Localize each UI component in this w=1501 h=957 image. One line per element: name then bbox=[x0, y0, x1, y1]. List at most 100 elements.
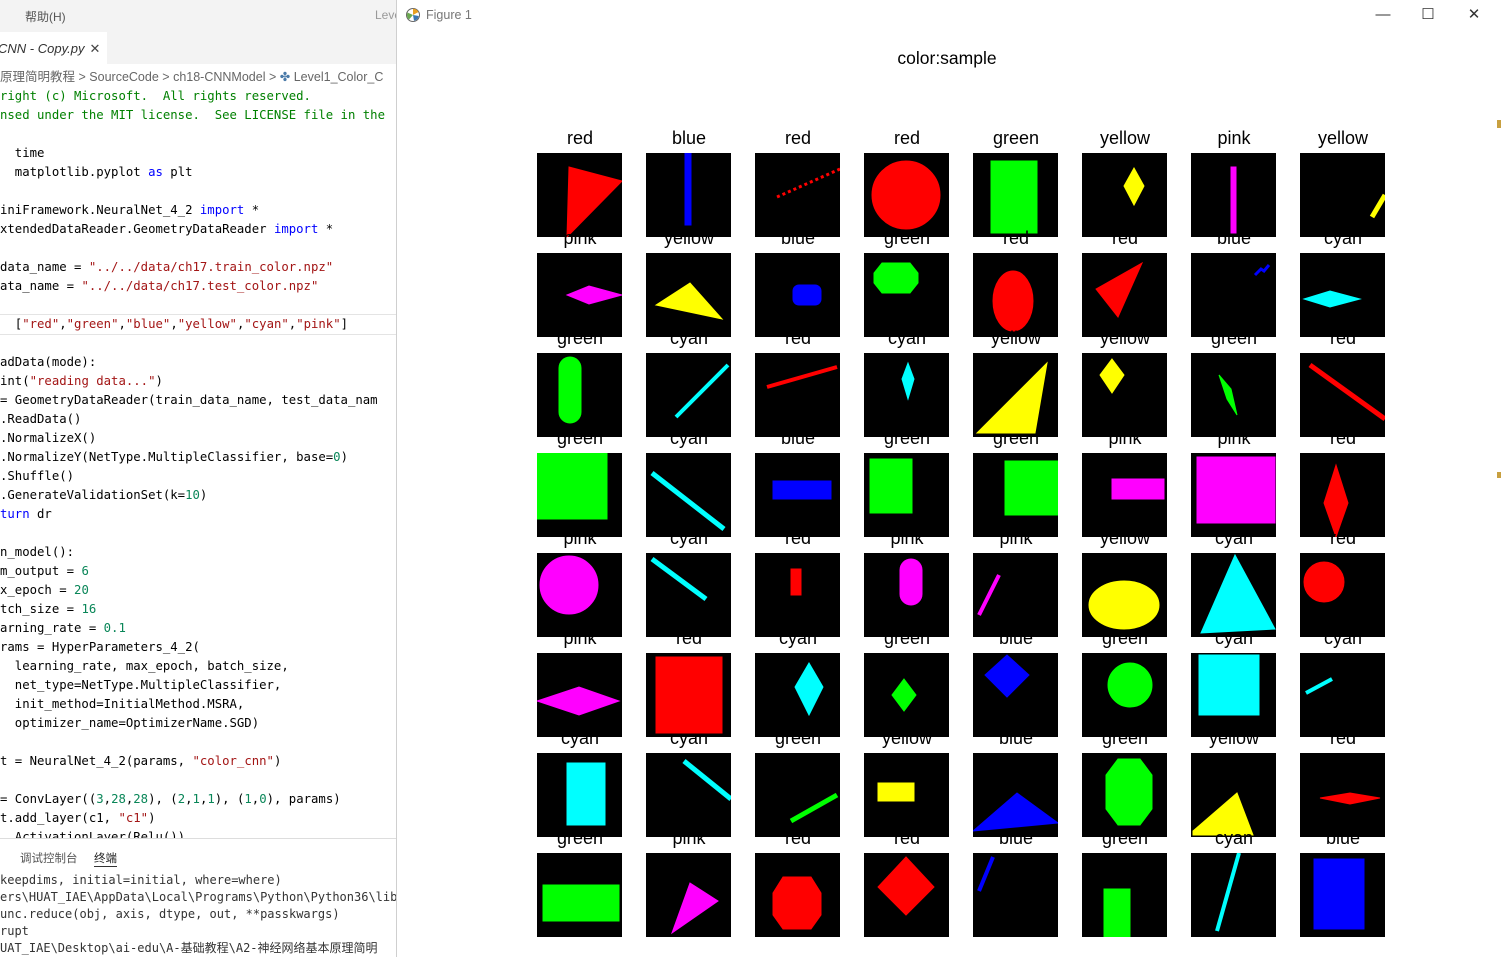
code-line[interactable]: .NormalizeY(NetType.MultipleClassifier, … bbox=[0, 448, 396, 467]
code-line[interactable]: ["red","green","blue","yellow","cyan","p… bbox=[0, 314, 396, 335]
code-token: rams = HyperParameters_4_2( bbox=[0, 640, 200, 654]
code-area[interactable]: right (c) Microsoft. All rights reserved… bbox=[0, 87, 396, 847]
code-line[interactable] bbox=[0, 771, 396, 790]
code-line[interactable] bbox=[0, 733, 396, 752]
tab-terminal[interactable]: 终端 bbox=[94, 850, 117, 867]
code-token: 0 bbox=[259, 792, 267, 806]
sample-label: green bbox=[883, 228, 931, 248]
sample-image bbox=[646, 353, 731, 437]
matplotlib-figure-window: Figure 1 — ☐ ✕ color:sample red blue red re… bbox=[397, 0, 1501, 957]
code-line[interactable]: matplotlib.pyplot as plt bbox=[0, 163, 396, 182]
sample-label: cyan bbox=[1214, 628, 1254, 648]
sample-shape bbox=[542, 884, 620, 922]
code-token: 1 bbox=[192, 792, 200, 806]
sample-label: cyan bbox=[1323, 228, 1363, 248]
code-line[interactable]: iniFramework.NeuralNet_4_2 import * bbox=[0, 201, 396, 220]
sample-image bbox=[646, 753, 731, 837]
minimize-button[interactable]: — bbox=[1368, 4, 1398, 26]
terminal-output[interactable]: keepdims, initial=initial, where=where) e… bbox=[0, 872, 396, 957]
sample-shape bbox=[1105, 758, 1153, 826]
code-token: 2 bbox=[177, 792, 186, 806]
tab-cnn-copy[interactable]: CNN - Copy.py ✕ bbox=[0, 32, 107, 64]
code-line[interactable] bbox=[0, 296, 396, 315]
code-line[interactable]: xtendedDataReader.GeometryDataReader imp… bbox=[0, 220, 396, 239]
code-line[interactable]: turn dr bbox=[0, 505, 396, 524]
sample-shape bbox=[877, 856, 935, 916]
code-line[interactable]: .ReadData() bbox=[0, 410, 396, 429]
sample-image bbox=[973, 753, 1058, 837]
breadcrumb-item[interactable]: SourceCode bbox=[89, 70, 159, 84]
code-line[interactable]: x_epoch = 20 bbox=[0, 581, 396, 600]
sample-image bbox=[864, 353, 949, 437]
code-line[interactable]: = ConvLayer((3,28,28), (2,1,1), (1,0), p… bbox=[0, 790, 396, 809]
code-token: , bbox=[118, 317, 126, 331]
menu-item-help[interactable]: 帮助(H) bbox=[25, 8, 66, 25]
sample-image bbox=[973, 253, 1058, 337]
sample-label: yellow bbox=[1099, 128, 1151, 148]
code-line[interactable]: tch_size = 16 bbox=[0, 600, 396, 619]
code-line[interactable]: data_name = "../../data/ch17.train_color… bbox=[0, 258, 396, 277]
sample-shape bbox=[1196, 456, 1276, 524]
code-line[interactable]: time bbox=[0, 144, 396, 163]
code-line[interactable]: nsed under the MIT license. See LICENSE … bbox=[0, 106, 396, 125]
code-line[interactable]: n_model(): bbox=[0, 543, 396, 562]
sample-image bbox=[1191, 753, 1276, 837]
sample-image bbox=[755, 753, 840, 837]
maximize-button[interactable]: ☐ bbox=[1413, 4, 1443, 26]
code-line[interactable]: optimizer_name=OptimizerName.SGD) bbox=[0, 714, 396, 733]
code-line[interactable]: arning_rate = 0.1 bbox=[0, 619, 396, 638]
code-token: import bbox=[199, 203, 245, 217]
sample-label: red bbox=[1329, 328, 1356, 348]
sample-shape bbox=[977, 574, 1001, 616]
sample-label: red bbox=[1111, 228, 1138, 248]
code-line[interactable]: rams = HyperParameters_4_2( bbox=[0, 638, 396, 657]
tab-debug-console[interactable]: 调试控制台 bbox=[20, 850, 78, 866]
code-line[interactable]: net_type=NetType.MultipleClassifier, bbox=[0, 676, 396, 695]
sample-image bbox=[1191, 453, 1276, 537]
code-line[interactable]: adData(mode): bbox=[0, 353, 396, 372]
code-line[interactable]: right (c) Microsoft. All rights reserved… bbox=[0, 87, 396, 106]
breadcrumb-item[interactable]: Level1_Color_C bbox=[294, 70, 384, 84]
code-line[interactable] bbox=[0, 524, 396, 543]
code-line[interactable]: = GeometryDataReader(train_data_name, te… bbox=[0, 391, 396, 410]
sample-image bbox=[1300, 253, 1385, 337]
code-line[interactable]: m_output = 6 bbox=[0, 562, 396, 581]
code-line[interactable]: .Shuffle() bbox=[0, 467, 396, 486]
code-line[interactable] bbox=[0, 239, 396, 258]
breadcrumb-separator: > bbox=[78, 70, 86, 84]
breadcrumb-item[interactable]: ch18-CNNModel bbox=[173, 70, 265, 84]
code-line[interactable]: ata_name = "../../data/ch17.test_color.n… bbox=[0, 277, 396, 296]
code-token: 10 bbox=[185, 488, 200, 502]
code-line[interactable]: learning_rate, max_epoch, batch_size, bbox=[0, 657, 396, 676]
code-token: .GenerateValidationSet(k= bbox=[0, 488, 186, 502]
code-line[interactable]: .GenerateValidationSet(k=10) bbox=[0, 486, 396, 505]
code-line[interactable]: .NormalizeX() bbox=[0, 429, 396, 448]
code-token: int( bbox=[0, 374, 30, 388]
code-token: ata_name = bbox=[0, 279, 82, 293]
code-line[interactable]: t = NeuralNet_4_2(params, "color_cnn") bbox=[0, 752, 396, 771]
code-line[interactable] bbox=[0, 182, 396, 201]
sample-label: green bbox=[992, 428, 1040, 448]
code-line[interactable]: init_method=InitialMethod.MSRA, bbox=[0, 695, 396, 714]
sample-label: red bbox=[675, 628, 702, 648]
code-token: 20 bbox=[74, 583, 89, 597]
sample-image bbox=[755, 353, 840, 437]
sample-shape bbox=[871, 160, 941, 230]
sample-shape bbox=[899, 558, 923, 606]
code-token: as bbox=[148, 165, 163, 179]
sample-image bbox=[1191, 653, 1276, 737]
sample-image bbox=[1300, 653, 1385, 737]
sample-shape bbox=[1198, 654, 1260, 716]
code-line[interactable] bbox=[0, 334, 396, 353]
sample-label: blue bbox=[1216, 228, 1252, 248]
close-button[interactable]: ✕ bbox=[1459, 4, 1489, 26]
code-line[interactable] bbox=[0, 125, 396, 144]
sample-label: blue bbox=[998, 828, 1034, 848]
tab-close-icon[interactable]: ✕ bbox=[89, 41, 100, 56]
sample-image bbox=[864, 653, 949, 737]
code-line[interactable]: int("reading data...") bbox=[0, 372, 396, 391]
code-line[interactable]: t.add_layer(c1, "c1") bbox=[0, 809, 396, 828]
bottom-panel: 调试控制台 终端 keepdims, initial=initial, wher… bbox=[0, 838, 396, 957]
sample-image bbox=[537, 853, 622, 937]
breadcrumb-item[interactable]: 原理简明教程 bbox=[0, 70, 75, 84]
